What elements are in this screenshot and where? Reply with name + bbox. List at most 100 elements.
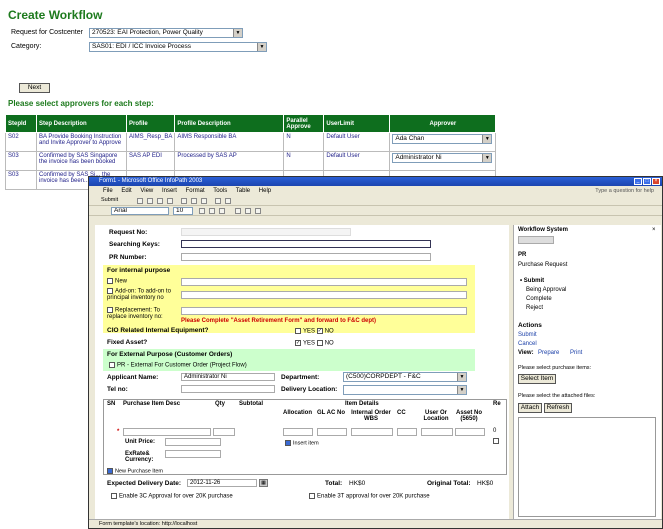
step-id: S03 [5, 170, 37, 190]
calendar-icon[interactable]: ▦ [259, 479, 268, 487]
applicant-input[interactable]: Administrator Ni [181, 373, 275, 381]
new-option[interactable]: New [107, 278, 127, 285]
col-step-desc: Step Description [36, 114, 127, 133]
pane-close-icon[interactable]: × [652, 227, 656, 233]
refresh-button[interactable]: Refresh [544, 403, 572, 413]
pr-external-option[interactable]: PR - External For Customer Order (Projec… [109, 362, 247, 369]
attached-files-list[interactable] [518, 417, 656, 517]
save-icon[interactable] [147, 198, 153, 204]
department-label: Department: [281, 374, 320, 381]
approver-select[interactable]: Administrator Ni ▼ [392, 153, 493, 163]
delivery-location-select[interactable]: ▼ [343, 385, 467, 395]
cc-input[interactable] [397, 428, 417, 436]
view-prepare[interactable]: Prepare [538, 350, 559, 356]
align-right-icon[interactable] [255, 208, 261, 214]
addon-input[interactable] [181, 291, 467, 299]
cio-no-checkbox[interactable]: ✓ [316, 328, 323, 334]
replacement-option[interactable]: Replacement: To replace inventory no: [107, 307, 179, 320]
new-input[interactable] [181, 278, 467, 286]
menu-table[interactable]: Table [236, 188, 250, 194]
cio-yes-checkbox[interactable] [295, 328, 301, 334]
exrate-input[interactable] [165, 450, 221, 458]
submit-toolbar-button[interactable]: Submit [101, 197, 118, 203]
view-print[interactable]: Print [570, 350, 582, 356]
category-select[interactable]: SAS01: EDI / ICC Invoice Process ▼ [89, 42, 267, 52]
asset-no-input[interactable] [455, 428, 485, 436]
qty-input[interactable] [213, 428, 235, 436]
searching-keys-input[interactable] [181, 240, 431, 248]
enable-3c-checkbox[interactable] [111, 493, 117, 499]
close-icon[interactable]: × [652, 178, 660, 185]
open-icon[interactable] [137, 198, 143, 204]
pr-external-checkbox[interactable] [109, 362, 115, 368]
next-button[interactable]: Next [19, 83, 50, 93]
department-select[interactable]: (C500)CORPDEPT - F&C ▼ [343, 372, 467, 382]
addon-option[interactable]: Add-on: To add-on to principal inventory… [107, 288, 179, 301]
underline-icon[interactable] [219, 208, 225, 214]
menu-help[interactable]: Help [259, 188, 271, 194]
action-cancel[interactable]: Cancel [518, 341, 537, 347]
chevron-down-icon: ▼ [257, 43, 266, 51]
insert-item-link[interactable]: Insert item [285, 440, 319, 446]
glac-input[interactable] [317, 428, 347, 436]
actions-heading: Actions [518, 322, 542, 329]
select-item-button[interactable]: Select Item [518, 374, 556, 384]
preview-icon[interactable] [167, 198, 173, 204]
copy-icon[interactable] [191, 198, 197, 204]
request-select[interactable]: 270523: EAI Protection, Power Quality ▼ [89, 28, 243, 38]
help-search-input[interactable]: Type a question for help [595, 186, 654, 196]
unit-price-input[interactable] [165, 438, 221, 446]
profile: AIMS_Resp_BA [125, 132, 176, 152]
infopath-window: Form1 - Microsoft Office InfoPath 2003 _… [88, 176, 663, 529]
internal-order-input[interactable] [351, 428, 393, 436]
col-internal-order: Internal Order WBS [351, 410, 391, 422]
menu-file[interactable]: File [103, 188, 113, 194]
menu-format[interactable]: Format [186, 188, 205, 194]
col-approver: Approver [389, 114, 497, 133]
menu-edit[interactable]: Edit [121, 188, 131, 194]
bold-icon[interactable] [199, 208, 205, 214]
enable-3t-checkbox[interactable] [309, 493, 315, 499]
paste-icon[interactable] [201, 198, 207, 204]
print-icon[interactable] [157, 198, 163, 204]
menu-view[interactable]: View [140, 188, 153, 194]
item-desc-input[interactable] [123, 428, 211, 436]
cut-icon[interactable] [181, 198, 187, 204]
minimize-icon[interactable]: _ [634, 178, 642, 185]
enable-3c-option[interactable]: Enable 3C Approval for over 20K purchase [111, 493, 233, 500]
fixed-no-checkbox[interactable] [316, 340, 323, 346]
addon-checkbox[interactable] [107, 288, 113, 294]
action-submit[interactable]: Submit [518, 332, 537, 338]
expected-delivery-input[interactable]: 2012-11-26 [187, 479, 257, 487]
pane-nav-icons[interactable] [518, 236, 554, 244]
menu-tools[interactable]: Tools [213, 188, 227, 194]
approver-select[interactable]: Ada Chan ▼ [392, 134, 493, 144]
maximize-icon[interactable]: □ [643, 178, 651, 185]
re-checkbox[interactable] [493, 438, 501, 445]
undo-icon[interactable] [215, 198, 221, 204]
new-checkbox[interactable] [107, 278, 113, 284]
pane-title: Workflow System [518, 227, 568, 233]
redo-icon[interactable] [225, 198, 231, 204]
replacement-checkbox[interactable] [107, 307, 113, 313]
menu-insert[interactable]: Insert [162, 188, 177, 194]
replacement-input[interactable] [181, 307, 467, 315]
pr-number-input[interactable] [181, 253, 431, 261]
attach-button[interactable]: Attach [518, 403, 542, 413]
new-purchase-item-link[interactable]: New Purchase Item [107, 468, 163, 474]
user-location-input[interactable] [421, 428, 453, 436]
font-name-select[interactable]: Arial [111, 207, 169, 215]
fixed-yes-checkbox[interactable]: ✓ [295, 340, 301, 346]
profile-desc: AIMS Responsible BA [174, 132, 285, 152]
enable-3t-option[interactable]: Enable 3T approval for over 20K purchase [309, 493, 430, 500]
italic-icon[interactable] [209, 208, 215, 214]
re-checkbox-box[interactable] [493, 438, 499, 445]
font-size-select[interactable]: 10 [173, 207, 193, 215]
allocation-input[interactable] [283, 428, 313, 436]
category-label: Category: [11, 43, 42, 50]
align-left-icon[interactable] [235, 208, 241, 214]
align-center-icon[interactable] [245, 208, 251, 214]
col-allocation: Allocation [283, 410, 313, 416]
request-no-label: Request No: [109, 229, 148, 236]
tel-input[interactable] [181, 385, 275, 393]
